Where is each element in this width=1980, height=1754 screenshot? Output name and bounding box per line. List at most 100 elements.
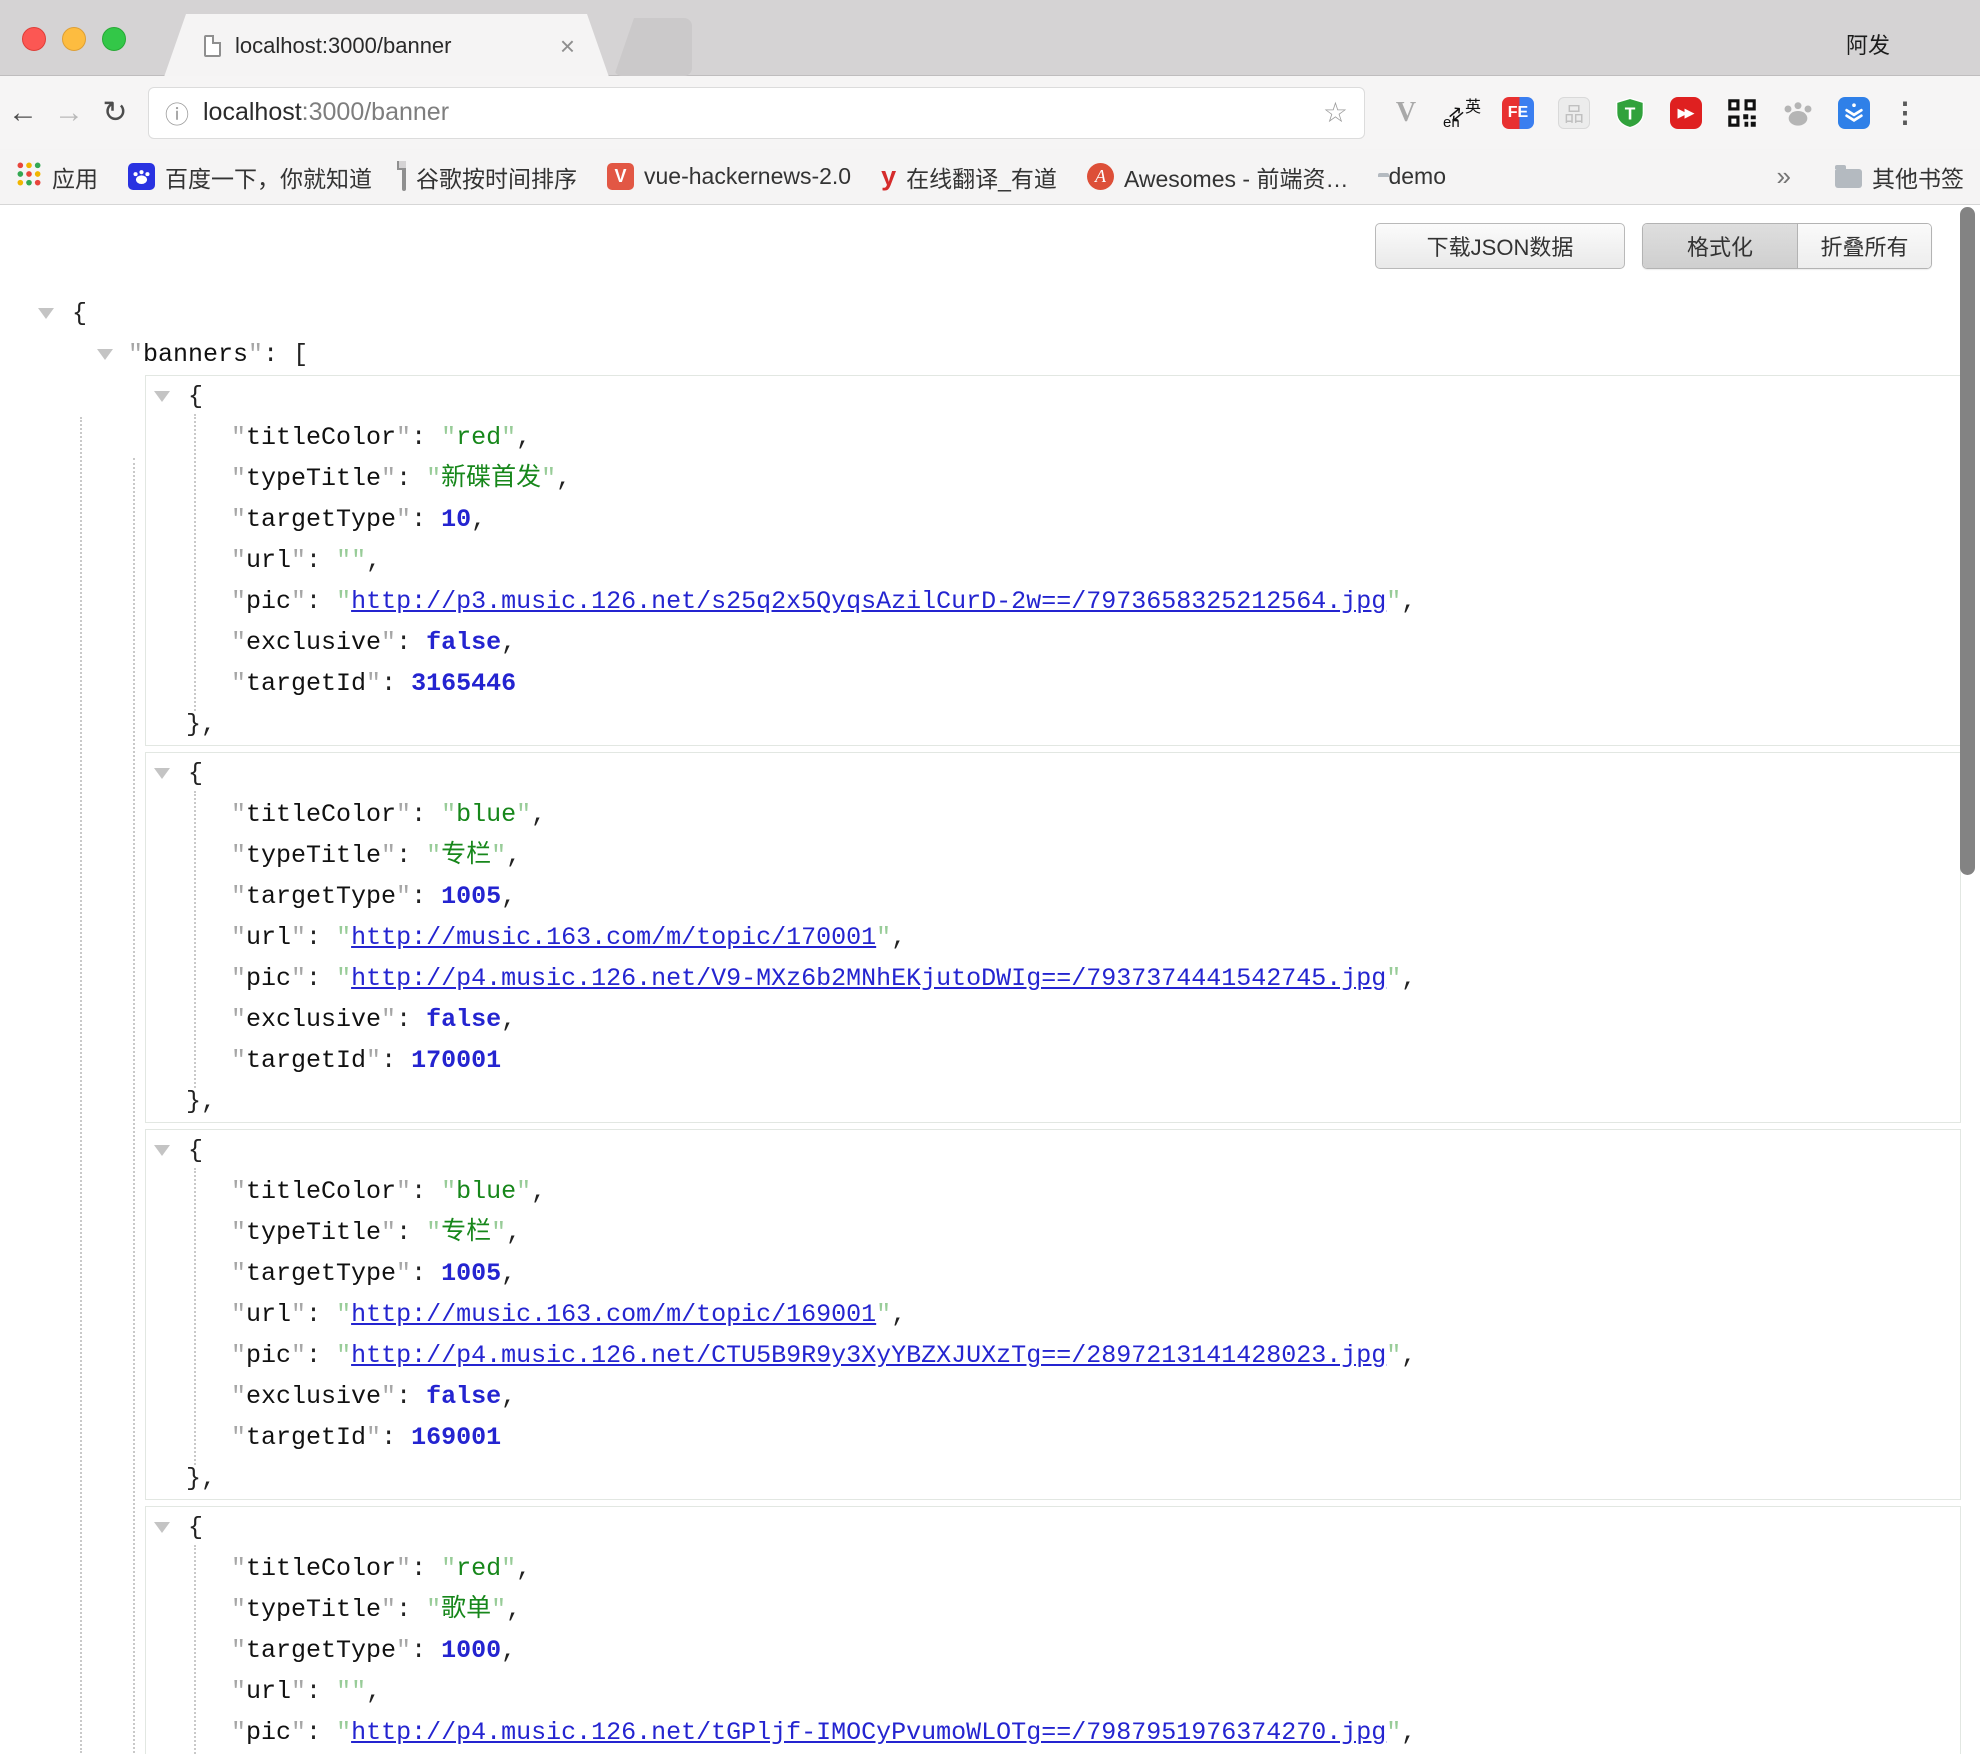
json-field-url: "url": "", <box>146 1671 1960 1712</box>
collapse-toggle-icon[interactable] <box>154 391 170 402</box>
info-icon[interactable]: ⓘ <box>165 95 189 130</box>
fe-helper-icon[interactable]: FE <box>1501 96 1535 130</box>
url-host: localhost <box>203 98 302 126</box>
banner-object-0: {"titleColor": "red","typeTitle": "新碟首发"… <box>145 375 1961 746</box>
close-window-button[interactable] <box>22 27 46 51</box>
extensions-area: V 英⇄en FE 品 T ▶▶ <box>1389 96 1871 130</box>
url-link[interactable]: http://music.163.com/m/topic/169001 <box>351 1300 876 1329</box>
window-controls <box>22 27 126 51</box>
json-field-url: "url": "http://music.163.com/m/topic/170… <box>146 917 1960 958</box>
address-bar[interactable]: ⓘ localhost:3000/banner ☆ <box>148 87 1365 139</box>
json-field-exclusive: "exclusive": false, <box>146 999 1960 1040</box>
minimize-window-button[interactable] <box>62 27 86 51</box>
bookmark-label: demo <box>1388 163 1446 190</box>
collapse-toggle-icon[interactable] <box>38 308 54 319</box>
sitemap-icon[interactable]: 品 <box>1557 96 1591 130</box>
object-open-line: { <box>146 753 1960 794</box>
json-field-url: "url": "", <box>146 540 1960 581</box>
json-field-typeTitle: "typeTitle": "专栏", <box>146 835 1960 876</box>
profile-name: 阿发 <box>1846 28 1890 60</box>
object-close-line: }, <box>146 1458 1960 1499</box>
youdao-y-icon: y <box>881 163 896 191</box>
back-icon[interactable]: ← <box>0 98 46 128</box>
bookmark-label: 应用 <box>52 160 98 194</box>
bookmark-item-6[interactable]: demo <box>1378 163 1446 190</box>
json-field-typeTitle: "typeTitle": "歌单", <box>146 1589 1960 1630</box>
browser-toolbar: ← → ↻ ⓘ localhost:3000/banner ☆ V 英⇄en FE 品… <box>0 76 1980 149</box>
collapse-toggle-icon[interactable] <box>154 1145 170 1156</box>
bookmarks-overflow-icon[interactable]: » <box>1777 161 1791 192</box>
other-bookmarks-label: 其他书签 <box>1872 160 1964 194</box>
json-field-exclusive: "exclusive": false, <box>146 622 1960 663</box>
tab-close-icon[interactable]: × <box>560 33 575 59</box>
json-field-pic: "pic": "http://p4.music.126.net/V9-MXz6b… <box>146 958 1960 999</box>
translate-icon[interactable]: 英⇄en <box>1445 96 1479 130</box>
indent-guide <box>194 791 196 1088</box>
json-field-pic: "pic": "http://p3.music.126.net/s25q2x5Q… <box>146 581 1960 622</box>
format-button[interactable]: 格式化 <box>1643 224 1797 268</box>
bookmark-label: 谷歌按时间排序 <box>416 160 577 194</box>
json-actions: 下载JSON数据 格式化 折叠所有 <box>0 223 1980 269</box>
object-close-line: }, <box>146 704 1960 745</box>
url-link[interactable]: http://music.163.com/m/topic/170001 <box>351 923 876 952</box>
folder-icon <box>1835 169 1862 188</box>
tab-strip: localhost:3000/banner × 阿发 <box>0 0 1980 76</box>
pic-link[interactable]: http://p4.music.126.net/V9-MXz6b2MNhEKju… <box>351 964 1386 993</box>
zoom-window-button[interactable] <box>102 27 126 51</box>
pic-link[interactable]: http://p4.music.126.net/tGPljf-IMOCyPvum… <box>351 1718 1386 1747</box>
forward-icon[interactable]: → <box>46 98 92 128</box>
json-field-titleColor: "titleColor": "red", <box>146 417 1960 458</box>
tampermonkey-icon[interactable]: T <box>1613 96 1647 130</box>
url-path: :3000/banner <box>302 98 449 126</box>
page-favicon-icon <box>204 35 221 57</box>
page-content: 下载JSON数据 格式化 折叠所有 {"banners": [{"titleCo… <box>0 205 1980 1753</box>
object-close-line: }, <box>146 1081 1960 1122</box>
browser-menu-icon[interactable]: ⋮ <box>1891 96 1919 129</box>
bookmark-star-icon[interactable]: ☆ <box>1323 96 1348 129</box>
bookmark-item-5[interactable]: AAwesomes - 前端资… <box>1087 160 1349 194</box>
reload-icon[interactable]: ↻ <box>92 98 138 128</box>
bookmark-item-0[interactable]: 应用 <box>16 160 98 194</box>
pic-link[interactable]: http://p4.music.126.net/CTU5B9R9y3XyYBZX… <box>351 1341 1386 1370</box>
indent-guide <box>80 417 82 1753</box>
svg-text:T: T <box>1625 103 1636 123</box>
collapse-all-button[interactable]: 折叠所有 <box>1797 224 1931 268</box>
json-field-titleColor: "titleColor": "red", <box>146 1548 1960 1589</box>
scrollbar-thumb[interactable] <box>1960 207 1975 875</box>
pic-link[interactable]: http://p3.music.126.net/s25q2x5QyqsAzilC… <box>351 587 1386 616</box>
bookmark-item-3[interactable]: Vvue-hackernews-2.0 <box>607 163 851 190</box>
new-tab-button[interactable] <box>614 18 692 76</box>
json-field-pic: "pic": "http://p4.music.126.net/tGPljf-I… <box>146 1712 1960 1753</box>
url-text: localhost:3000/banner <box>203 98 449 127</box>
active-tab[interactable]: localhost:3000/banner × <box>164 14 609 77</box>
json-field-targetType: "targetType": 1005, <box>146 1253 1960 1294</box>
vimium-icon[interactable]: V <box>1389 96 1423 130</box>
downloads-icon[interactable] <box>1837 96 1871 130</box>
other-bookmarks-folder[interactable]: 其他书签 <box>1835 160 1964 194</box>
json-field-targetType: "targetType": 1005, <box>146 876 1960 917</box>
json-field-typeTitle: "typeTitle": "专栏", <box>146 1212 1960 1253</box>
json-tree: { "banners": [{"titleColor": "red","typeT… <box>0 293 1980 1753</box>
fast-forward-icon[interactable]: ▶▶ <box>1669 96 1703 130</box>
collapse-toggle-icon[interactable] <box>154 1522 170 1533</box>
bookmark-item-4[interactable]: y在线翻译_有道 <box>881 160 1057 194</box>
bookmark-item-2[interactable]: 谷歌按时间排序 <box>402 160 577 194</box>
collapse-toggle-icon[interactable] <box>97 349 113 360</box>
json-field-targetType: "targetType": 1000, <box>146 1630 1960 1671</box>
json-field-pic: "pic": "http://p4.music.126.net/CTU5B9R9… <box>146 1335 1960 1376</box>
download-json-button[interactable]: 下载JSON数据 <box>1375 223 1625 269</box>
bookmark-item-1[interactable]: 百度一下，你就知道 <box>128 160 372 194</box>
banner-object-2: {"titleColor": "blue","typeTitle": "专栏",… <box>145 1129 1961 1500</box>
indent-guide <box>194 1168 196 1465</box>
json-field-titleColor: "titleColor": "blue", <box>146 794 1960 835</box>
paw-icon[interactable] <box>1781 96 1815 130</box>
bookmarks-right: » 其他书签 <box>1777 160 1964 194</box>
view-mode-segmented-control: 格式化 折叠所有 <box>1642 223 1932 269</box>
qr-code-icon[interactable] <box>1725 96 1759 130</box>
collapse-toggle-icon[interactable] <box>154 768 170 779</box>
indent-guide <box>133 458 135 1753</box>
indent-guide <box>194 414 196 711</box>
json-banners-line: "banners": [ <box>0 334 1980 375</box>
json-field-typeTitle: "typeTitle": "新碟首发", <box>146 458 1960 499</box>
tab-title: localhost:3000/banner <box>235 33 560 59</box>
